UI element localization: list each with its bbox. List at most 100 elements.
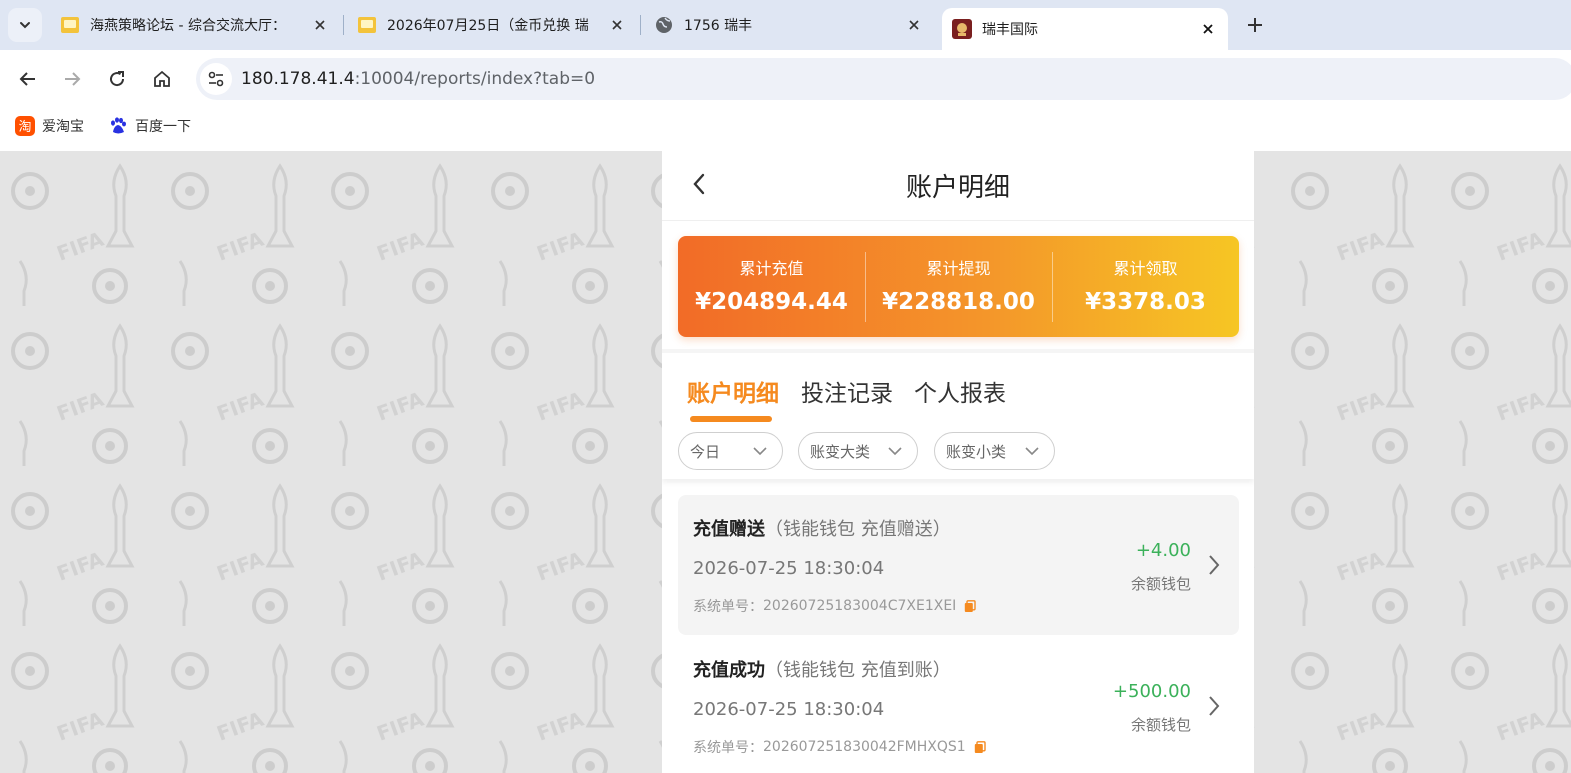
tab-title: 海燕策略论坛 - 综合交流大厅： [90,18,286,34]
arrow-right-icon [65,72,81,86]
browser-toolbar: 180.178.41.4:10004/reports/index?tab=0 [0,50,1571,108]
order-label: 系统单号： [693,599,763,615]
back-button[interactable] [12,63,44,95]
summary-label: 累计提现 [926,259,991,278]
browser-tab[interactable]: 海燕策略论坛 - 综合交流大厅： [54,0,340,50]
record-time: 2026-07-25 18:30:04 [693,558,885,579]
record-wallet: 余额钱包 [1130,575,1191,593]
address-bar[interactable]: 180.178.41.4:10004/reports/index?tab=0 [196,58,1571,100]
close-tab-icon[interactable] [1196,17,1220,41]
record-subtype: （钱能钱包 充值赠送） [765,519,951,540]
summary-value: ¥3378.03 [1085,289,1206,315]
summary-total-deposit: 累计充值 ¥204894.44 [678,236,865,337]
record-type: 充值成功 [693,660,765,681]
bookmark-baidu[interactable]: 百度一下 [108,108,191,144]
copy-icon[interactable] [964,599,976,613]
summary-card: 累计充值 ¥204894.44 累计提现 ¥228818.00 累计领取 ¥33… [678,236,1239,337]
svg-text:淘: 淘 [18,120,31,135]
page-header: 账户明细 [662,151,1254,221]
tune-icon [208,71,224,87]
record-amount: +4.00 [1135,540,1191,561]
reload-button[interactable] [101,63,133,95]
record-card[interactable]: 充值成功（钱能钱包 充值到账） 2026-07-25 18:30:04 系统单号… [678,636,1239,773]
close-tab-icon[interactable] [308,13,332,37]
record-subtype: （钱能钱包 充值到账） [765,660,951,681]
forward-button[interactable] [56,63,88,95]
section-divider [662,349,1254,353]
active-tab-indicator [690,416,772,422]
forum-favicon-icon [358,17,376,33]
record-time: 2026-07-25 18:30:04 [693,699,885,720]
url-host: 180.178.41.4 [241,69,355,89]
chevron-right-icon [1209,555,1220,575]
date-filter-dropdown[interactable]: 今日 [678,432,783,470]
order-number: 202607251830042FMHXQS1 [763,739,966,755]
close-tab-icon[interactable] [902,13,926,37]
summary-total-claimed: 累计领取 ¥3378.03 [1052,236,1239,337]
bookmarks-bar: 淘 爱淘宝 百度一下 [0,108,1571,151]
copy-icon[interactable] [974,740,986,754]
home-button[interactable] [146,63,178,95]
browser-tab[interactable]: 2026年07月25日（金币兑换 瑞 [351,0,637,50]
category-filter-dropdown[interactable]: 账变大类 [798,432,918,470]
close-tab-icon[interactable] [605,13,629,37]
summary-total-withdraw: 累计提现 ¥228818.00 [865,236,1052,337]
taobao-icon: 淘 [15,116,35,136]
tab-title: 2026年07月25日（金币兑换 瑞 [387,18,589,34]
record-card[interactable]: 充值赠送（钱能钱包 充值赠送） 2026-07-25 18:30:04 系统单号… [678,495,1239,635]
plus-icon [1248,18,1262,32]
record-order: 系统单号： 20260725183004C7XE1XEI [693,596,976,616]
filter-label: 账变大类 [810,442,871,461]
summary-label: 累计充值 [739,259,804,278]
globe-icon [656,17,672,33]
tab-account-details[interactable]: 账户明细 [687,374,779,408]
record-list: 充值赠送（钱能钱包 充值赠送） 2026-07-25 18:30:04 系统单号… [662,487,1254,773]
browser-tabstrip: 海燕策略论坛 - 综合交流大厅： 2026年07月25日（金币兑换 瑞 1756… [0,0,1571,50]
browser-tab-active[interactable]: 瑞丰国际 [942,8,1228,50]
record-type: 充值赠送 [693,519,765,540]
page-viewport: FIFA 账户明细 累计充值 ¥204894.44 累计提现 ¥228818.0… [0,151,1571,773]
chevron-down-icon [753,447,767,456]
record-order: 系统单号： 202607251830042FMHXQS1 [693,737,986,757]
tab-search-button[interactable] [8,8,42,42]
new-tab-button[interactable] [1240,10,1270,40]
forum-favicon-icon [61,17,79,33]
summary-value: ¥228818.00 [882,289,1035,315]
record-wallet: 余额钱包 [1130,716,1191,734]
url-text[interactable]: 180.178.41.4:10004/reports/index?tab=0 [241,58,595,100]
subcategory-filter-dropdown[interactable]: 账变小类 [934,432,1055,470]
record-amount: +500.00 [1112,681,1191,702]
baidu-paw-icon [111,117,126,134]
tab-separator [343,15,344,35]
record-title: 充值成功（钱能钱包 充值到账） [693,656,951,682]
summary-value: ¥204894.44 [695,289,848,315]
filter-label: 今日 [690,442,721,461]
bookmark-label: 百度一下 [135,119,191,135]
home-icon [154,70,170,87]
record-title: 充值赠送（钱能钱包 充值赠送） [693,515,951,541]
order-label: 系统单号： [693,740,763,756]
mobile-panel: 账户明细 累计充值 ¥204894.44 累计提现 ¥228818.00 累计领… [662,151,1254,773]
tab-personal-report[interactable]: 个人报表 [914,374,1006,408]
url-path: :10004/reports/index?tab=0 [354,69,596,89]
filter-label: 账变小类 [946,442,1007,461]
tab-separator [640,15,641,35]
bookmark-label: 爱淘宝 [42,119,84,135]
chevron-down-icon [1025,447,1039,456]
reload-icon [110,71,125,87]
chevron-right-icon [1209,696,1220,716]
chevron-down-icon [20,22,30,29]
order-number: 20260725183004C7XE1XEI [763,598,957,614]
ruifeng-logo-icon [952,19,972,39]
record-tabs: 账户明细 投注记录 个人报表 [662,354,1254,426]
tab-bet-records[interactable]: 投注记录 [801,374,893,408]
browser-tab[interactable]: 1756 瑞丰 [648,0,934,50]
bookmark-aitaobao[interactable]: 淘 爱淘宝 [15,108,84,144]
arrow-left-icon [19,72,35,86]
tab-title: 1756 瑞丰 [684,18,753,34]
summary-label: 累计领取 [1113,259,1178,278]
filter-bar: 今日 账变大类 账变小类 [662,427,1254,479]
tab-title: 瑞丰国际 [982,22,1038,38]
site-info-button[interactable] [200,63,232,95]
chevron-down-icon [888,447,902,456]
